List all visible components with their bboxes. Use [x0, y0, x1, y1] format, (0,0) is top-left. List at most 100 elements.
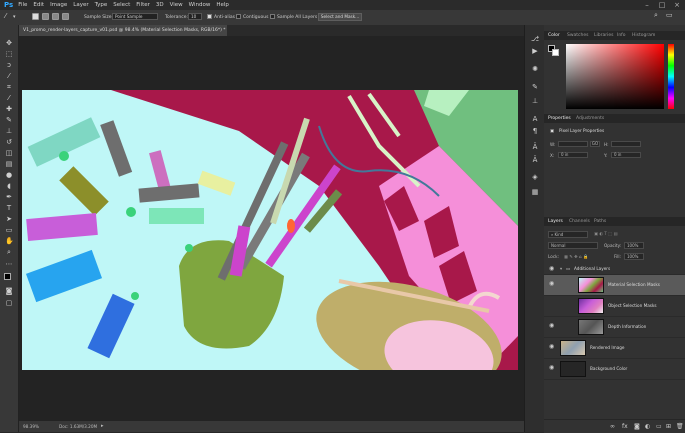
menu-layer[interactable]: Layer: [73, 2, 88, 8]
character-icon[interactable]: A: [531, 115, 539, 123]
sample-size-select[interactable]: Point Sample: [112, 13, 158, 20]
tab-swatches[interactable]: Swatches: [567, 31, 589, 40]
search-icon[interactable]: ⌕: [654, 12, 658, 19]
hand-tool-icon[interactable]: ✋: [5, 238, 14, 245]
visibility-eye-icon[interactable]: ◉: [549, 281, 555, 287]
hue-slider[interactable]: [668, 44, 674, 109]
x-field[interactable]: 0 in: [558, 152, 588, 158]
pen-tool-icon[interactable]: ✒: [5, 194, 13, 201]
new-layer-icon[interactable]: ⊞: [666, 423, 671, 430]
visibility-eye-icon[interactable]: ◉: [549, 365, 555, 371]
tab-adjustments[interactable]: Adjustments: [576, 114, 604, 123]
color-picker-field[interactable]: [566, 44, 664, 109]
fill-input[interactable]: 100%: [624, 253, 644, 260]
layer-filter-kind[interactable]: ⌕ Kind: [548, 231, 588, 238]
document-canvas[interactable]: [19, 36, 524, 421]
adjustment-layer-icon[interactable]: ◐: [645, 423, 650, 430]
status-arrow-icon[interactable]: ▸: [101, 423, 104, 429]
glyphs-icon[interactable]: Ä: [531, 143, 539, 151]
tab-info[interactable]: Info: [617, 31, 626, 40]
color-background-swatch[interactable]: [552, 49, 559, 56]
anti-alias-checkbox[interactable]: [207, 14, 212, 19]
subtract-selection-icon[interactable]: [52, 13, 59, 20]
group-chevron-icon[interactable]: ▾: [560, 266, 562, 271]
tab-layers[interactable]: Layers: [548, 217, 563, 226]
link-dimensions-button[interactable]: GO: [590, 141, 600, 147]
zoom-level[interactable]: 98.39%: [23, 424, 39, 429]
layer-style-icon[interactable]: fx: [622, 423, 628, 430]
history-icon[interactable]: ⎇: [531, 35, 539, 43]
menu-3d[interactable]: 3D: [156, 2, 164, 8]
new-group-icon[interactable]: ▭: [656, 423, 662, 430]
clone-stamp-icon[interactable]: ⊥: [5, 128, 13, 135]
dodge-tool-icon[interactable]: ◖: [5, 183, 13, 190]
magic-wand-icon[interactable]: ⁄: [5, 13, 6, 20]
type-tool-icon[interactable]: T: [5, 205, 13, 212]
menu-help[interactable]: Help: [216, 2, 229, 8]
menu-filter[interactable]: Filter: [136, 2, 150, 8]
move-tool-icon[interactable]: ✥: [5, 40, 13, 47]
layer-row[interactable]: ◉ Background Color: [544, 359, 685, 380]
tab-libraries[interactable]: Libraries: [594, 31, 613, 40]
menu-image[interactable]: Image: [50, 2, 67, 8]
lasso-tool-icon[interactable]: ↄ: [5, 62, 13, 69]
shape-tool-icon[interactable]: ▭: [5, 227, 13, 234]
maximize-icon[interactable]: □: [655, 0, 669, 10]
menu-select[interactable]: Select: [113, 2, 130, 8]
menu-file[interactable]: File: [18, 2, 27, 8]
glyph-alt-icon[interactable]: Ä: [531, 156, 539, 164]
magic-wand-tool-icon[interactable]: ⁄: [5, 73, 13, 80]
menu-edit[interactable]: Edit: [33, 2, 44, 8]
zoom-tool-icon[interactable]: ⌕: [5, 249, 13, 256]
3d-icon[interactable]: ◈: [531, 173, 539, 181]
marquee-tool-icon[interactable]: ⬚: [5, 51, 13, 58]
document-info[interactable]: Doc: 1.63M/3.20M: [59, 424, 97, 429]
height-field[interactable]: [611, 141, 641, 147]
screen-mode-icon[interactable]: ▢: [5, 300, 13, 307]
lock-icons[interactable]: ▦ ✎ ✥ ⌂ 🔒: [564, 254, 588, 260]
add-selection-icon[interactable]: [42, 13, 49, 20]
layer-comps-icon[interactable]: ▦: [531, 188, 539, 196]
paragraph-icon[interactable]: ¶: [531, 127, 539, 135]
path-selection-icon[interactable]: ➤: [5, 216, 13, 223]
crop-tool-icon[interactable]: ⌗: [5, 84, 13, 91]
sample-all-layers-checkbox[interactable]: [270, 14, 275, 19]
tab-properties[interactable]: Properties: [548, 114, 571, 123]
select-and-mask-button[interactable]: Select and Mask...: [318, 13, 362, 21]
new-selection-icon[interactable]: [32, 13, 39, 20]
tool-preset-arrow-icon[interactable]: ▾: [13, 14, 16, 21]
eraser-tool-icon[interactable]: ◫: [5, 150, 13, 157]
document-tab[interactable]: V1_promo_render-layers_capture_v01.psd @…: [19, 25, 227, 36]
width-field[interactable]: [558, 141, 588, 147]
close-icon[interactable]: ×: [670, 0, 684, 10]
menu-type[interactable]: Type: [95, 2, 108, 8]
add-mask-icon[interactable]: ◙: [634, 423, 640, 430]
gradient-tool-icon[interactable]: ▤: [5, 161, 13, 168]
intersect-selection-icon[interactable]: [62, 13, 69, 20]
link-layers-icon[interactable]: ∞: [610, 423, 615, 430]
tab-color[interactable]: Color: [548, 31, 560, 40]
history-brush-icon[interactable]: ↺: [5, 139, 13, 146]
layer-row[interactable]: ◉ Depth Information: [544, 317, 685, 338]
visibility-eye-icon[interactable]: ◉: [549, 266, 555, 272]
brushes-icon[interactable]: ✎: [531, 83, 539, 91]
actions-play-icon[interactable]: ▶: [531, 47, 539, 55]
y-field[interactable]: 0 in: [611, 152, 641, 158]
more-tools-icon[interactable]: ⋯: [5, 261, 13, 268]
brush-settings-icon[interactable]: ✺: [531, 65, 539, 73]
contiguous-checkbox[interactable]: [236, 14, 241, 19]
visibility-eye-icon[interactable]: ◉: [549, 323, 555, 329]
tab-channels[interactable]: Channels: [569, 217, 590, 226]
tolerance-input[interactable]: 10: [188, 13, 202, 20]
minimize-icon[interactable]: –: [640, 0, 654, 10]
layer-row[interactable]: Object Selection Masks: [544, 296, 685, 317]
filter-icons[interactable]: ▣ ◐ T ⬚ ▤: [594, 231, 617, 236]
delete-layer-icon[interactable]: 🗑: [676, 423, 684, 430]
workspace-icon[interactable]: ▭: [666, 12, 673, 19]
foreground-color-swatch[interactable]: [4, 273, 11, 280]
tab-paths[interactable]: Paths: [594, 217, 606, 226]
eyedropper-tool-icon[interactable]: ⁄: [5, 95, 13, 102]
menu-view[interactable]: View: [170, 2, 183, 8]
layer-group-row[interactable]: ◉ ▾ ▭ Additional Layers: [544, 264, 685, 275]
quick-mask-icon[interactable]: ◙: [5, 288, 13, 295]
